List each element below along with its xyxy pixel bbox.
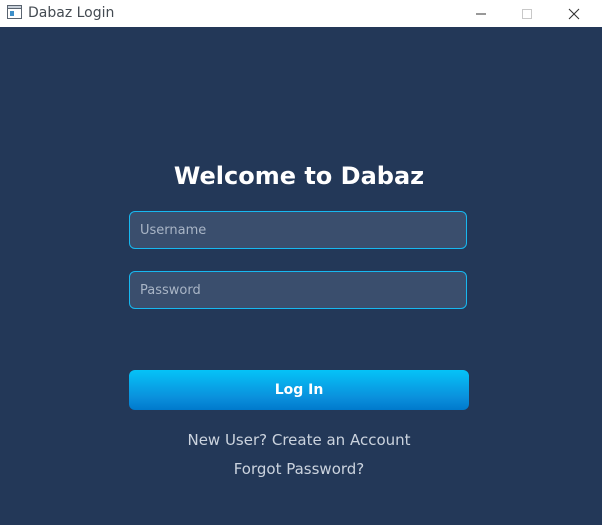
maximize-icon bbox=[522, 8, 532, 19]
title-bar[interactable]: Dabaz Login bbox=[0, 0, 602, 27]
minimize-icon bbox=[476, 13, 486, 14]
forgot-password-link[interactable]: Forgot Password? bbox=[0, 459, 598, 479]
window-title: Dabaz Login bbox=[28, 5, 115, 21]
username-input[interactable] bbox=[129, 211, 467, 249]
close-button[interactable] bbox=[551, 0, 597, 27]
login-window: Dabaz Login Welcome to Dabaz Log In New … bbox=[0, 0, 602, 525]
close-icon bbox=[568, 8, 580, 19]
create-account-link[interactable]: New User? Create an Account bbox=[0, 430, 598, 450]
maximize-button[interactable] bbox=[504, 0, 550, 27]
welcome-heading: Welcome to Dabaz bbox=[173, 162, 425, 190]
minimize-button[interactable] bbox=[458, 0, 504, 27]
password-input[interactable] bbox=[129, 271, 467, 309]
login-button[interactable]: Log In bbox=[129, 370, 469, 410]
window-app-icon bbox=[7, 5, 22, 19]
